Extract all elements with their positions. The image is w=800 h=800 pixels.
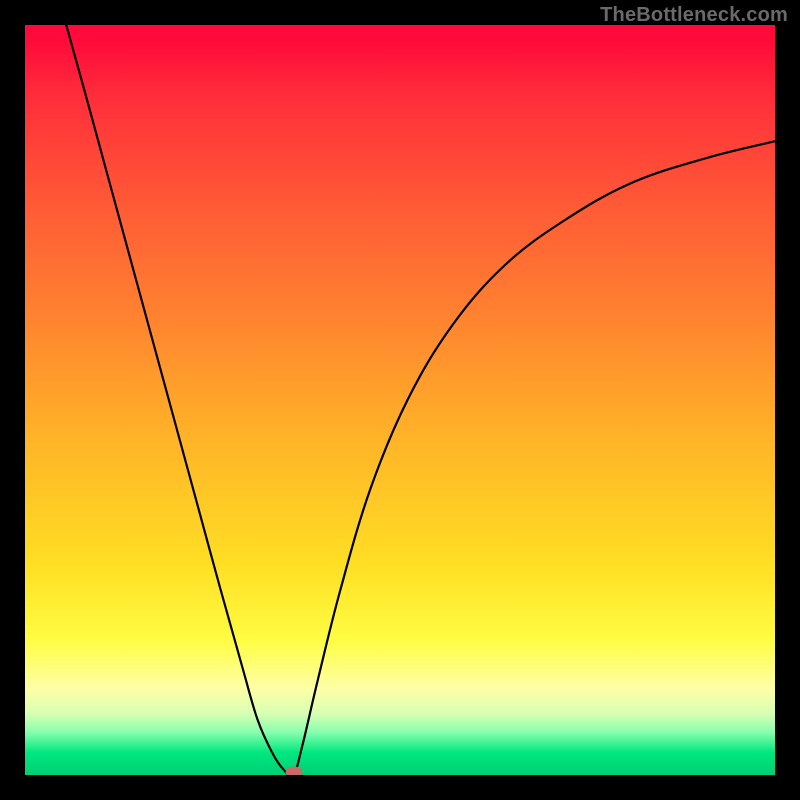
plot-area xyxy=(25,25,775,775)
bottleneck-curve xyxy=(25,25,775,775)
watermark-text: TheBottleneck.com xyxy=(600,4,788,27)
minimum-marker xyxy=(285,767,302,776)
chart-frame: TheBottleneck.com xyxy=(0,0,800,800)
